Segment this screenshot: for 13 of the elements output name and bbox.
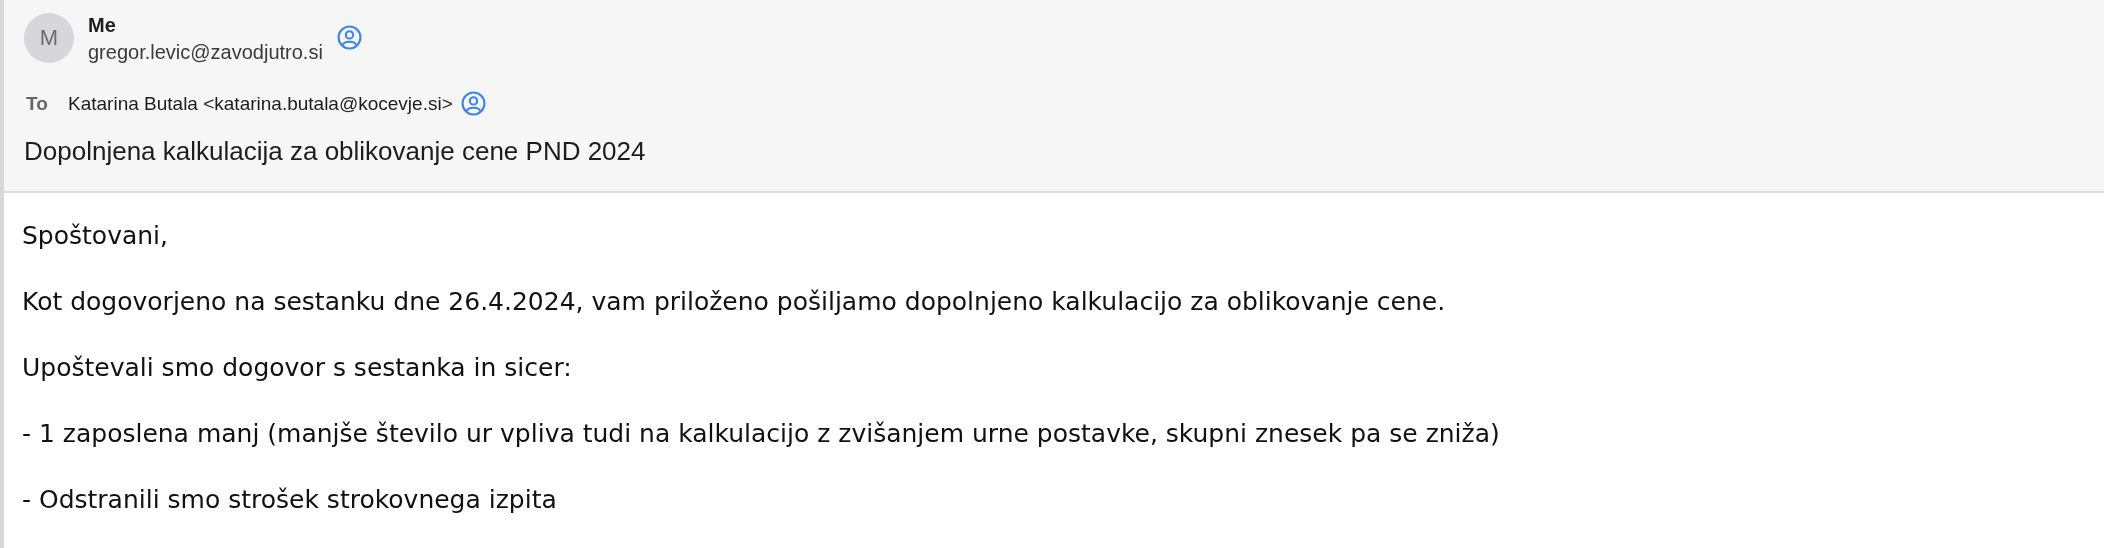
sender-email: gregor.levic@zavodjutro.si xyxy=(88,40,323,65)
contact-icon[interactable] xyxy=(460,91,486,116)
body-paragraph: - Odstranili smo strošek strokovnega izpita xyxy=(22,484,558,516)
avatar: M xyxy=(24,13,74,63)
body-paragraph: Spoštovani, xyxy=(22,220,169,252)
sender-name: Me xyxy=(88,13,117,37)
recipient: Katarina Butala <katarina.butala@kocevje.si> xyxy=(68,92,453,115)
body-paragraph: Upoštevali smo dogovor s sestanka in sicer: xyxy=(22,352,573,384)
body-paragraph: - 1 zaposlena manj (manjše število ur vpliva tudi na kalkulacijo z zvišanjem urne postavke, skupni znesek pa se zniža) xyxy=(22,418,1501,450)
body-paragraph: Kot dogovorjeno na sestanku dne 26.4.2024, vam priloženo pošiljamo dopolnjeno kalkulacijo za oblikovanje cene. xyxy=(22,286,1447,318)
contact-icon[interactable] xyxy=(336,25,362,50)
to-label: To xyxy=(26,92,49,115)
email-subject: Dopolnjena kalkulacija za oblikovanje cene PND 2024 xyxy=(24,136,647,167)
